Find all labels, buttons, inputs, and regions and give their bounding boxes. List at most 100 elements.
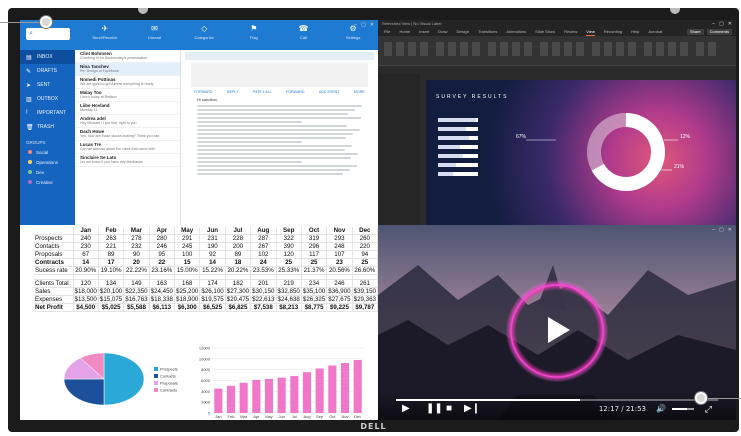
ribbon-tab[interactable]: Acrobat xyxy=(648,28,662,36)
ribbon-button[interactable] xyxy=(564,42,572,56)
table-cell[interactable]: 293 xyxy=(326,234,353,244)
reading-action-button[interactable]: ADD EVENT xyxy=(319,90,340,94)
table-cell[interactable]: $24,638 xyxy=(276,295,302,305)
table-cell[interactable]: 25.33% xyxy=(276,266,302,276)
ribbon-tab[interactable]: Help xyxy=(631,28,639,36)
table-cell[interactable]: $32,850 xyxy=(276,287,302,297)
table-cell[interactable]: $13,500 xyxy=(73,295,99,305)
table-cell[interactable]: 102 xyxy=(250,250,277,260)
row-label[interactable]: Expenses xyxy=(34,295,74,305)
message-row[interactable]: Sinclaire Se Lato Let me know if you have… xyxy=(75,154,180,167)
ribbon-button[interactable] xyxy=(644,42,652,56)
table-cell[interactable]: 89 xyxy=(98,250,125,260)
volume-slider[interactable] xyxy=(672,408,694,410)
table-cell[interactable]: 26.60% xyxy=(352,266,378,276)
table-cell[interactable]: 149 xyxy=(123,279,150,289)
ribbon-button[interactable] xyxy=(448,42,456,56)
table-cell[interactable]: 246 xyxy=(149,242,176,252)
table-cell[interactable]: $16,763 xyxy=(123,295,150,305)
table-cell[interactable]: 322 xyxy=(276,234,302,244)
month-header[interactable]: Mar xyxy=(123,227,150,236)
stop-icon[interactable]: ■ xyxy=(446,404,452,414)
table-cell[interactable]: 263 xyxy=(98,234,125,244)
table-cell[interactable]: $27,675 xyxy=(326,295,353,305)
month-header[interactable]: Jul xyxy=(225,227,252,236)
table-cell[interactable]: 134 xyxy=(98,279,125,289)
table-cell[interactable]: $18,900 xyxy=(174,295,201,305)
seek-bar[interactable] xyxy=(396,399,718,401)
ribbon-tab[interactable]: Draw xyxy=(438,28,447,36)
ribbon-button[interactable] xyxy=(616,42,624,56)
table-cell[interactable]: 15.22% xyxy=(199,266,226,276)
table-cell[interactable]: 296 xyxy=(301,242,328,252)
table-cell[interactable]: $6,825 xyxy=(225,303,252,313)
row-label[interactable]: Prospects xyxy=(34,234,74,244)
ribbon-button[interactable] xyxy=(592,42,600,56)
sidebar-folder[interactable]: ✎ DRAFTS xyxy=(20,64,75,78)
table-cell[interactable]: 20 xyxy=(123,258,150,268)
table-cell[interactable]: 190 xyxy=(199,242,226,252)
sidebar-group[interactable]: Dev xyxy=(20,167,75,177)
table-cell[interactable]: 120 xyxy=(73,279,99,289)
reading-action-button[interactable]: FORWARD xyxy=(286,90,304,94)
ribbon-button[interactable] xyxy=(436,42,444,56)
sidebar-folder[interactable]: ➤ SENT xyxy=(20,78,75,92)
message-row[interactable]: Andrea adel Hey Michael ! I got that, rig… xyxy=(75,115,180,128)
table-cell[interactable]: 231 xyxy=(199,234,226,244)
play-icon[interactable]: ▶ xyxy=(402,404,410,414)
table-cell[interactable]: $4,500 xyxy=(73,303,99,313)
message-row[interactable]: Dach Howe Yes, how are those stocks looki… xyxy=(75,128,180,141)
table-cell[interactable]: 14 xyxy=(73,258,99,268)
table-cell[interactable]: 168 xyxy=(174,279,201,289)
ribbon-tab[interactable]: Slide Show xyxy=(535,28,555,36)
table-cell[interactable]: $8,213 xyxy=(276,303,302,313)
table-cell[interactable]: $22,350 xyxy=(123,287,150,297)
ribbon-button[interactable] xyxy=(524,42,532,56)
ribbon-button[interactable] xyxy=(396,42,404,56)
ribbon-tab[interactable]: Home xyxy=(399,28,410,36)
month-header[interactable]: Nov xyxy=(326,227,353,236)
month-header[interactable]: Jan xyxy=(73,227,99,236)
row-label[interactable]: Sucess rate xyxy=(34,266,74,276)
table-cell[interactable]: 280 xyxy=(149,234,176,244)
table-cell[interactable]: $6,113 xyxy=(149,303,176,313)
table-cell[interactable]: 163 xyxy=(149,279,176,289)
table-cell[interactable]: $24,450 xyxy=(149,287,176,297)
sidebar-folder[interactable]: ! IMPORTANT xyxy=(20,106,75,120)
ribbon-button[interactable] xyxy=(500,42,508,56)
row-label[interactable]: Contracts xyxy=(34,258,74,268)
table-cell[interactable]: $15,075 xyxy=(98,295,125,305)
table-cell[interactable]: 100 xyxy=(174,250,201,260)
table-cell[interactable]: 14 xyxy=(199,258,226,268)
table-cell[interactable]: 220 xyxy=(352,242,378,252)
window-controls[interactable]: – ▢ ✕ xyxy=(712,21,732,27)
table-cell[interactable]: 200 xyxy=(225,242,252,252)
table-cell[interactable]: 182 xyxy=(225,279,252,289)
ribbon-button[interactable] xyxy=(540,42,548,56)
table-cell[interactable]: 19.10% xyxy=(98,266,125,276)
ribbon-button[interactable] xyxy=(488,42,496,56)
row-label[interactable]: Proposals xyxy=(34,250,74,260)
sidebar-folder[interactable]: ▥ OUTBOX xyxy=(20,92,75,106)
table-cell[interactable]: 117 xyxy=(301,250,328,260)
table-cell[interactable]: 232 xyxy=(123,242,150,252)
table-cell[interactable]: $6,300 xyxy=(174,303,201,313)
table-cell[interactable]: $26,325 xyxy=(301,295,328,305)
ribbon-button[interactable] xyxy=(460,42,468,56)
table-cell[interactable]: 287 xyxy=(250,234,277,244)
ribbon-button[interactable] xyxy=(472,42,480,56)
table-cell[interactable]: 89 xyxy=(225,250,252,260)
ribbon-tab[interactable]: Insert xyxy=(419,28,429,36)
message-row[interactable]: Nnmedi Pottinas We are good to go! Almost… xyxy=(75,76,180,89)
table-cell[interactable]: 260 xyxy=(352,234,378,244)
table-cell[interactable]: $36,900 xyxy=(326,287,353,297)
table-cell[interactable]: 92 xyxy=(199,250,226,260)
row-label[interactable]: Sales xyxy=(34,287,74,297)
table-cell[interactable]: 107 xyxy=(326,250,353,260)
table-cell[interactable]: 22 xyxy=(149,258,176,268)
table-cell[interactable]: $25,200 xyxy=(174,287,201,297)
ribbon-button[interactable] xyxy=(552,42,560,56)
ribbon-button[interactable] xyxy=(420,42,428,56)
table-cell[interactable]: $19,575 xyxy=(199,295,226,305)
table-cell[interactable]: 25 xyxy=(276,258,302,268)
